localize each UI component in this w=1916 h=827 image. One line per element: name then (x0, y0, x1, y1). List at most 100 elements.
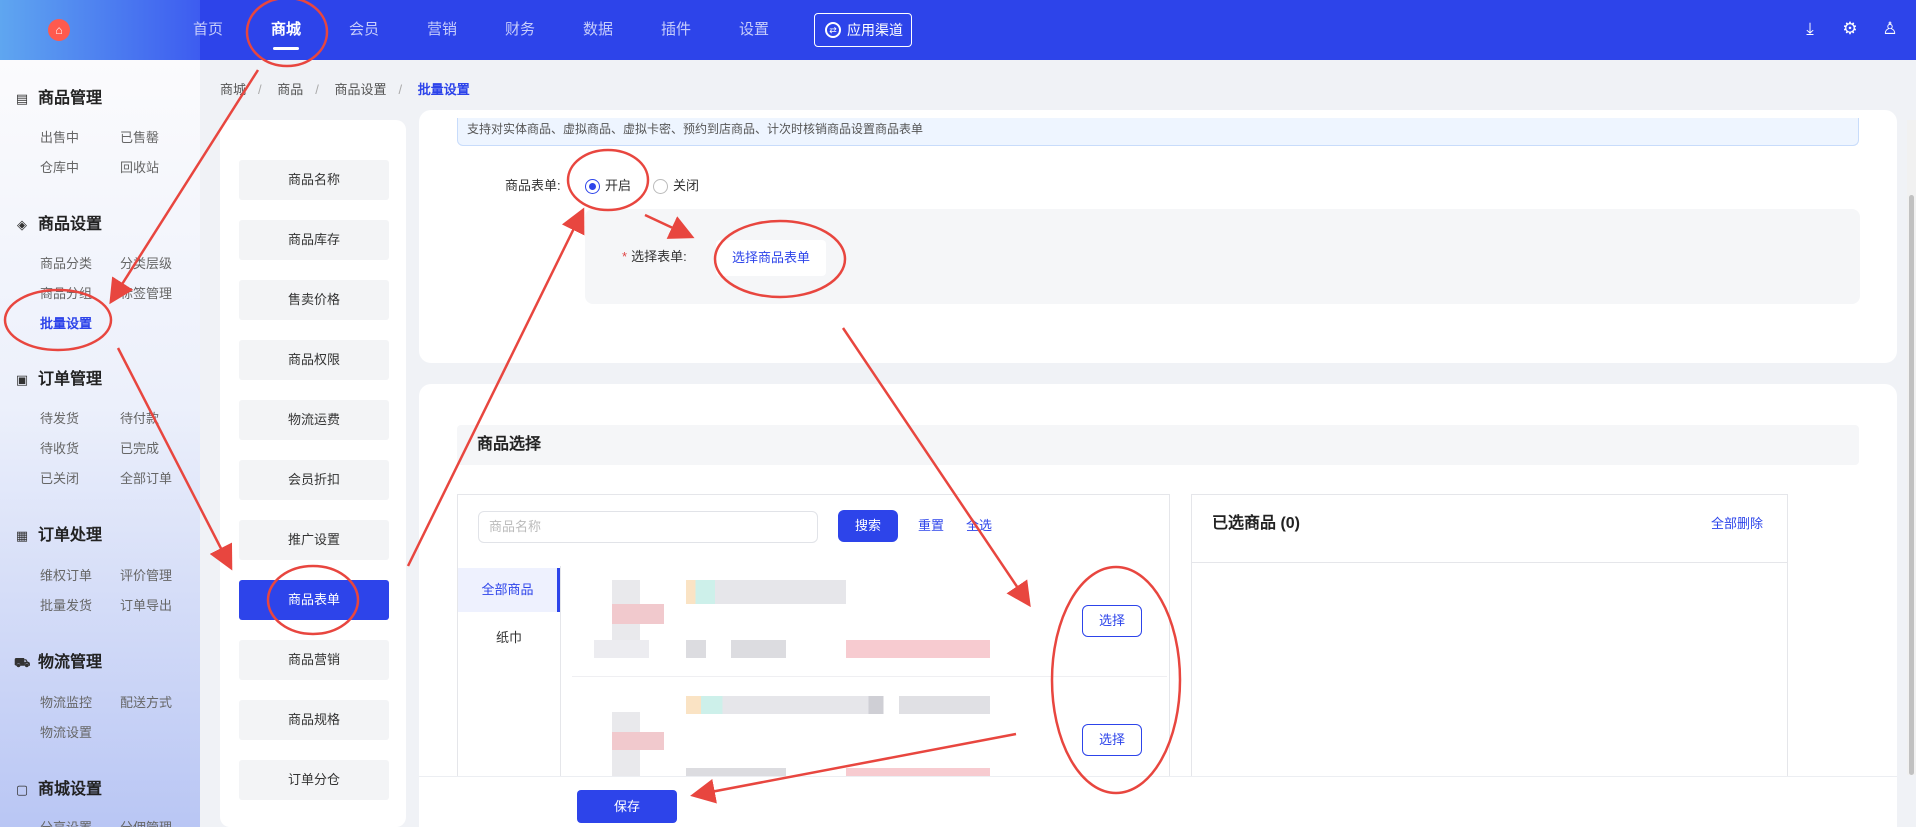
sidebar-item-completed[interactable]: 已完成 (120, 440, 159, 458)
layers-icon: ◈ (17, 217, 27, 232)
radio-off-label[interactable]: 关闭 (673, 176, 699, 196)
menu-shipping[interactable]: 物流运费 (239, 400, 389, 440)
sidebar-group-title: 商品设置 (38, 216, 103, 233)
nav-marketing[interactable]: 营销 (427, 0, 457, 60)
nav-home[interactable]: 首页 (193, 0, 223, 60)
nav-settings[interactable]: 设置 (739, 0, 769, 60)
product-thumbnail (612, 604, 664, 624)
cart-icon[interactable]: ⌂ (48, 19, 70, 41)
menu-goods-marketing[interactable]: 商品营销 (239, 640, 389, 680)
product-title-blur (686, 580, 846, 604)
sidebar-item-share[interactable]: 分享设置 (40, 819, 92, 827)
menu-promotion[interactable]: 推广设置 (239, 520, 389, 560)
sidebar-item-warehouse[interactable]: 仓库中 (40, 159, 79, 177)
menu-permission[interactable]: 商品权限 (239, 340, 389, 380)
batch-settings-menu: 商品名称 商品库存 售卖价格 商品权限 物流运费 会员折扣 推广设置 商品表单 … (220, 120, 406, 827)
app-channel-button[interactable]: ⇄ 应用渠道 (814, 13, 912, 47)
menu-goods-spec[interactable]: 商品规格 (239, 700, 389, 740)
sidebar-item-disputes[interactable]: 维权订单 (40, 567, 92, 585)
breadcrumb-item[interactable]: 商品 (277, 82, 303, 97)
menu-price[interactable]: 售卖价格 (239, 280, 389, 320)
category-tissue[interactable]: 纸巾 (458, 616, 560, 660)
sidebar-item-batch-settings[interactable]: 批量设置 (40, 315, 92, 333)
breadcrumb-item[interactable]: 商品设置 (335, 82, 387, 97)
sidebar-group-order-handling[interactable]: ▦ 订单处理 (14, 525, 102, 547)
app-channel-label: 应用渠道 (847, 22, 903, 38)
user-icon[interactable]: ♙ (1879, 18, 1901, 40)
sidebar-group-mall-settings[interactable]: ▢ 商城设置 (14, 779, 102, 801)
goods-select-title: 商品选择 (457, 425, 1859, 465)
goods-search-input[interactable]: 商品名称 (478, 511, 818, 543)
sidebar-item-on-sale[interactable]: 出售中 (40, 129, 79, 147)
select-product-button[interactable]: 选择 (1082, 724, 1142, 756)
breadcrumb-item[interactable]: 商城 (220, 82, 246, 97)
truck-icon: ⛟ (14, 655, 31, 670)
sidebar-group-title: 物流管理 (38, 654, 103, 671)
select-goods-form-button[interactable]: 选择商品表单 (716, 240, 826, 276)
radio-on[interactable] (585, 179, 600, 194)
nav-data[interactable]: 数据 (583, 0, 613, 60)
sidebar-item-order-export[interactable]: 订单导出 (120, 597, 172, 615)
sidebar-item-grouping[interactable]: 商品分组 (40, 285, 92, 303)
nav-mall[interactable]: 商城 (271, 0, 301, 60)
sidebar-item-to-ship[interactable]: 待发货 (40, 410, 79, 428)
selected-header-divider (1192, 562, 1787, 563)
scrollbar-thumb[interactable] (1909, 195, 1914, 775)
row-divider (572, 676, 1167, 677)
document-icon: ▦ (15, 528, 29, 543)
sidebar-item-logistics-settings[interactable]: 物流设置 (40, 724, 92, 742)
goods-form-label: 商品表单: (505, 178, 561, 193)
product-thumbnail (612, 732, 664, 750)
scrollbar[interactable] (1907, 120, 1916, 775)
breadcrumb-current: 批量设置 (417, 82, 470, 97)
sidebar-group-title: 订单管理 (38, 371, 103, 388)
delete-all-link[interactable]: 全部删除 (1711, 514, 1763, 534)
product-info-blur (686, 640, 786, 658)
menu-goods-stock[interactable]: 商品库存 (239, 220, 389, 260)
nav-member[interactable]: 会员 (349, 0, 379, 60)
sidebar-group-orders[interactable]: ▣ 订单管理 (14, 369, 102, 391)
category-all[interactable]: 全部商品 (458, 568, 560, 612)
menu-order-warehouse[interactable]: 订单分仓 (239, 760, 389, 800)
breadcrumb-separator: / (315, 82, 319, 97)
sidebar-item-batch-ship[interactable]: 批量发货 (40, 597, 92, 615)
save-button[interactable]: 保存 (577, 790, 677, 823)
sidebar-item-to-receive[interactable]: 待收货 (40, 440, 79, 458)
sidebar-group-goods-management[interactable]: ▤ 商品管理 (14, 88, 102, 110)
gear-icon[interactable]: ⚙ (1839, 18, 1861, 40)
menu-member-discount[interactable]: 会员折扣 (239, 460, 389, 500)
sidebar-group-logistics[interactable]: ⛟ 物流管理 (14, 652, 102, 674)
download-icon[interactable]: ⤓ (1799, 18, 1821, 40)
sidebar-group-title: 商城设置 (38, 781, 103, 798)
sidebar-item-logistics-monitor[interactable]: 物流监控 (40, 694, 92, 712)
sidebar-item-closed[interactable]: 已关闭 (40, 470, 79, 488)
sidebar-item-sold-out[interactable]: 已售罄 (120, 129, 159, 147)
sidebar-item-to-pay[interactable]: 待付款 (120, 410, 159, 428)
shop-icon: ▢ (15, 782, 29, 797)
sidebar-group-goods-settings[interactable]: ◈ 商品设置 (14, 214, 102, 236)
breadcrumb-separator: / (258, 82, 262, 97)
sidebar-item-category[interactable]: 商品分类 (40, 255, 92, 273)
sidebar-item-all-orders[interactable]: 全部订单 (120, 470, 172, 488)
radio-off[interactable] (653, 179, 668, 194)
sidebar-group-title: 商品管理 (38, 90, 103, 107)
select-product-button[interactable]: 选择 (1082, 605, 1142, 637)
sidebar-item-recycle[interactable]: 回收站 (120, 159, 159, 177)
logo-area: ⌂ (0, 0, 200, 60)
sidebar-item-reviews[interactable]: 评价管理 (120, 567, 172, 585)
radio-on-label[interactable]: 开启 (605, 176, 631, 196)
sidebar-item-tags[interactable]: 标签管理 (120, 285, 172, 303)
search-button[interactable]: 搜索 (838, 510, 898, 542)
reset-link[interactable]: 重置 (918, 516, 944, 536)
selected-goods-box (1191, 494, 1788, 794)
sidebar: ▤ 商品管理 出售中 已售罄 仓库中 回收站 ◈ 商品设置 商品分类 分类层级 商品… (0, 60, 200, 827)
top-navbar: ⌂ 首页 商城 会员 营销 财务 数据 插件 设置 ⇄ 应用渠道 ⤓ ⚙ ♙ (0, 0, 1916, 60)
nav-finance[interactable]: 财务 (505, 0, 535, 60)
select-all-link[interactable]: 全选 (966, 516, 992, 536)
menu-goods-name[interactable]: 商品名称 (239, 160, 389, 200)
sidebar-item-category-level[interactable]: 分类层级 (120, 255, 172, 273)
nav-plugins[interactable]: 插件 (661, 0, 691, 60)
sidebar-item-delivery[interactable]: 配送方式 (120, 694, 172, 712)
sidebar-item-commission[interactable]: 分佣管理 (120, 819, 172, 827)
menu-goods-form[interactable]: 商品表单 (239, 580, 389, 620)
